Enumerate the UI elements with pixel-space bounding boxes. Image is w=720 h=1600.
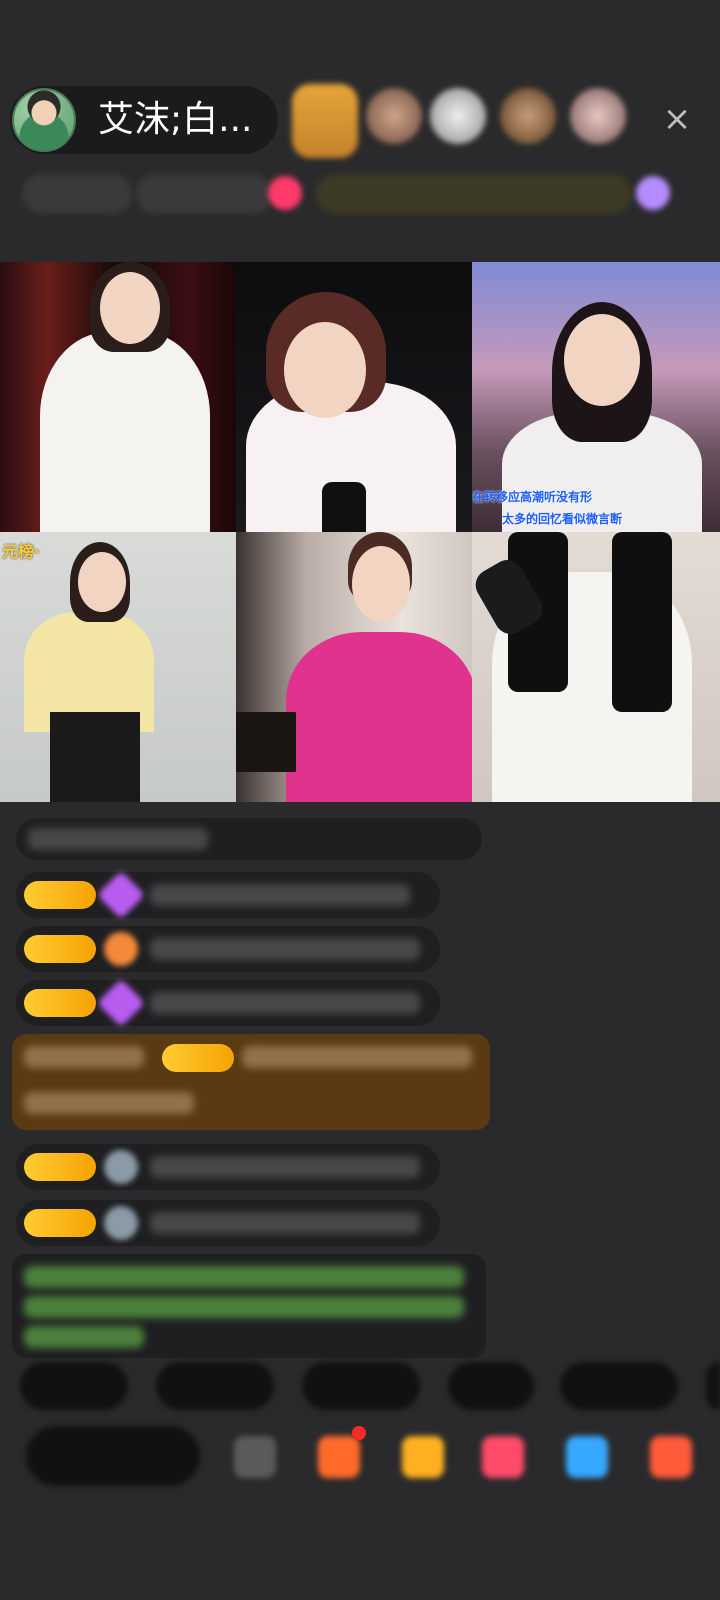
chat-message-gift	[12, 1034, 490, 1130]
video-tile-2[interactable]	[236, 262, 472, 532]
red-packet-icon[interactable]	[402, 1436, 444, 1478]
quick-tag-2[interactable]	[156, 1362, 274, 1410]
more-features-icon[interactable]	[650, 1436, 692, 1478]
video-caption-rank: 元榜·	[2, 542, 41, 561]
video-tile-5[interactable]	[236, 532, 472, 802]
chat-message	[16, 926, 440, 972]
level-badge	[24, 989, 96, 1017]
host-avatar[interactable]	[12, 88, 76, 152]
chat-message	[16, 1144, 440, 1190]
fan-icon	[104, 932, 138, 966]
comment-input[interactable]	[26, 1426, 200, 1486]
host-info-pill[interactable]: 艾沫;白...	[10, 86, 278, 154]
host-name: 艾沫;白...	[98, 99, 253, 140]
close-icon[interactable]: ×	[662, 102, 692, 136]
chat-message	[16, 1200, 440, 1246]
chat-message	[16, 870, 440, 920]
fans-chip[interactable]	[136, 174, 272, 214]
quick-tag-1[interactable]	[20, 1362, 128, 1410]
quick-tag-3[interactable]	[302, 1362, 420, 1410]
activity-icon[interactable]	[636, 176, 670, 210]
chat-message-system	[16, 818, 482, 860]
video-tile-4[interactable]: 元榜·	[0, 532, 236, 802]
chat-message-announcement	[12, 1254, 486, 1358]
top-viewer-avatar-3[interactable]	[430, 88, 486, 144]
gift-icon[interactable]	[268, 176, 302, 210]
video-tile-1[interactable]	[0, 262, 236, 532]
top-viewer-avatar-5[interactable]	[570, 88, 626, 144]
emoji-icon[interactable]	[234, 1436, 276, 1478]
video-tile-3[interactable]: 在转移应高潮听没有形 太多的回忆看似微言断	[472, 262, 720, 532]
video-tile-6[interactable]	[472, 532, 720, 802]
hourly-rank-chip[interactable]	[316, 174, 632, 214]
video-caption-line1: 在转移应高潮听没有形	[472, 490, 593, 504]
level-badge	[24, 881, 96, 909]
quick-tag-5[interactable]	[560, 1362, 678, 1410]
level-badge	[24, 935, 96, 963]
level-badge	[162, 1044, 234, 1072]
level-badge	[24, 1209, 96, 1237]
gem-icon	[96, 870, 146, 920]
top-viewer-avatar-1[interactable]	[292, 84, 358, 158]
chat-message	[16, 978, 440, 1028]
quick-tag-6[interactable]	[706, 1362, 720, 1410]
rank-chip[interactable]	[22, 174, 132, 214]
video-caption-line2: 太多的回忆看似微言断	[502, 512, 623, 526]
notification-dot	[352, 1426, 366, 1440]
chat-bubble-icon[interactable]	[566, 1436, 608, 1478]
top-viewer-avatar-4[interactable]	[500, 88, 556, 144]
user-icon	[104, 1150, 138, 1184]
user-icon	[104, 1206, 138, 1240]
interaction-icon[interactable]	[482, 1436, 524, 1478]
level-badge	[24, 1153, 96, 1181]
gem-icon	[96, 978, 146, 1028]
top-viewer-avatar-2[interactable]	[366, 88, 422, 144]
gift-box-icon[interactable]	[318, 1436, 360, 1478]
quick-tag-4[interactable]	[448, 1362, 534, 1410]
